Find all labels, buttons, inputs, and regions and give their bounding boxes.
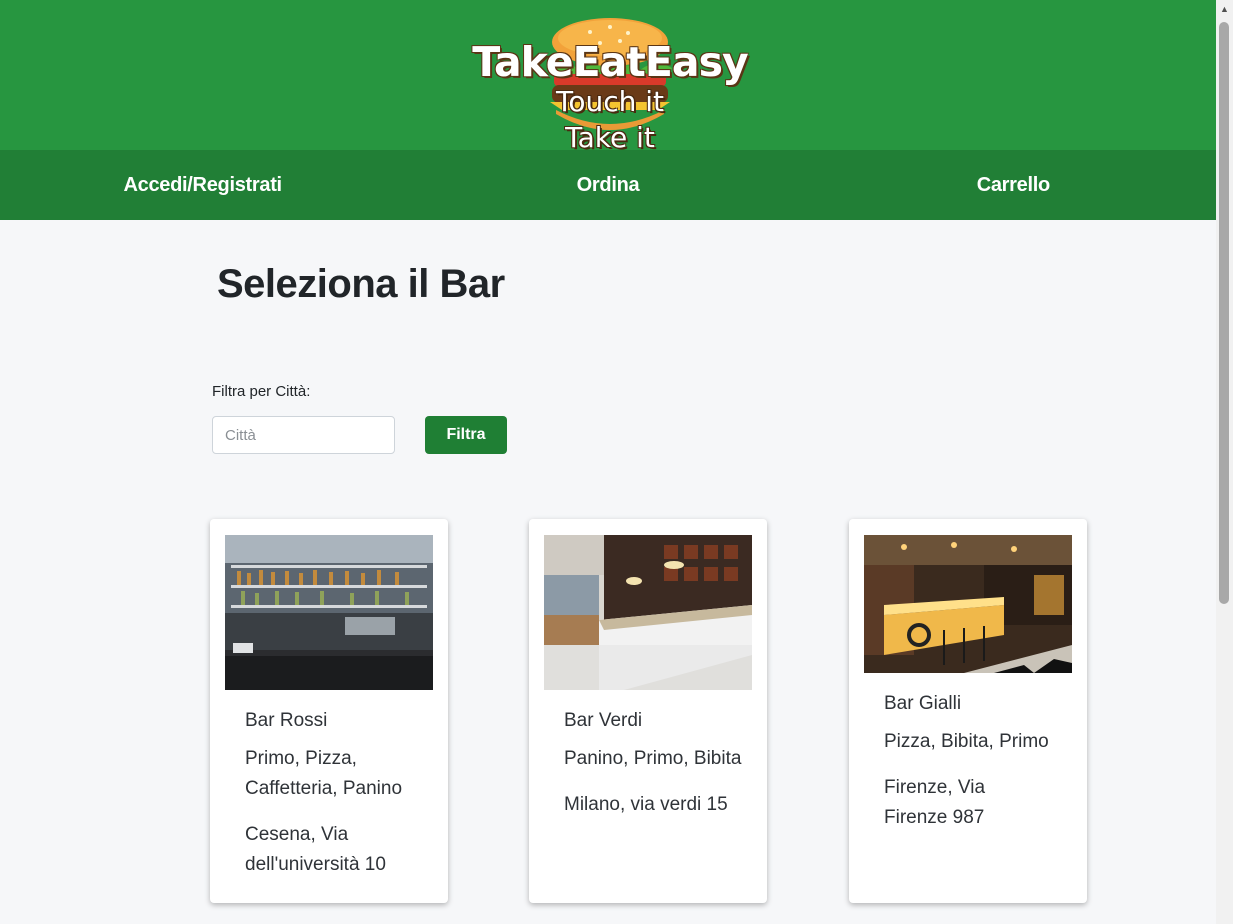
nav-order[interactable]: Ordina (405, 150, 810, 220)
filter-button[interactable]: Filtra (425, 416, 507, 454)
main-nav: Accedi/Registrati Ordina Carrello (0, 150, 1216, 220)
bar-name: Bar Verdi (564, 710, 643, 731)
scrollbar-thumb[interactable] (1219, 22, 1229, 604)
filter-label: Filtra per Città: (212, 383, 311, 400)
logo[interactable]: TakeEatEasy Touch it Take it (470, 10, 750, 154)
scroll-up-arrow-icon[interactable]: ▲ (1216, 0, 1233, 17)
page-title: Seleziona il Bar (217, 262, 505, 306)
bar-categories: Panino, Primo, Bibita (564, 748, 742, 769)
bar-card[interactable]: Bar Rossi Primo, Pizza, Caffetteria, Pan… (210, 519, 448, 903)
site-header: TakeEatEasy Touch it Take it (0, 0, 1216, 154)
bar-address: Cesena, Via dell'università 10 (245, 824, 386, 875)
nav-login-register[interactable]: Accedi/Registrati (0, 150, 405, 220)
bar-categories: Primo, Pizza, Caffetteria, Panino (245, 748, 403, 799)
brand-title: TakeEatEasy (472, 38, 748, 86)
nav-cart[interactable]: Carrello (811, 150, 1216, 220)
bar-address: Milano, via verdi 15 (564, 794, 728, 815)
vertical-scrollbar[interactable]: ▲ (1216, 0, 1233, 924)
city-filter-input[interactable] (212, 416, 395, 454)
bar-image (864, 535, 1072, 673)
page: TakeEatEasy Touch it Take it Accedi/Regi… (0, 0, 1216, 924)
bar-categories: Pizza, Bibita, Primo (884, 731, 1049, 752)
bar-card-body: Bar Gialli Pizza, Bibita, Primo Firenze,… (884, 689, 1075, 833)
bar-card[interactable]: Bar Gialli Pizza, Bibita, Primo Firenze,… (849, 519, 1087, 903)
bar-name: Bar Gialli (884, 693, 962, 714)
bar-address: Firenze, Via Firenze 987 (884, 777, 986, 828)
bar-image (544, 535, 752, 690)
bar-image (225, 535, 433, 690)
brand-tagline-1: Touch it (555, 85, 665, 118)
bar-card-body: Bar Verdi Panino, Primo, Bibita Milano, … (564, 706, 755, 820)
bar-name: Bar Rossi (245, 710, 328, 731)
bar-card[interactable]: Bar Verdi Panino, Primo, Bibita Milano, … (529, 519, 767, 903)
bar-card-body: Bar Rossi Primo, Pizza, Caffetteria, Pan… (245, 706, 436, 880)
